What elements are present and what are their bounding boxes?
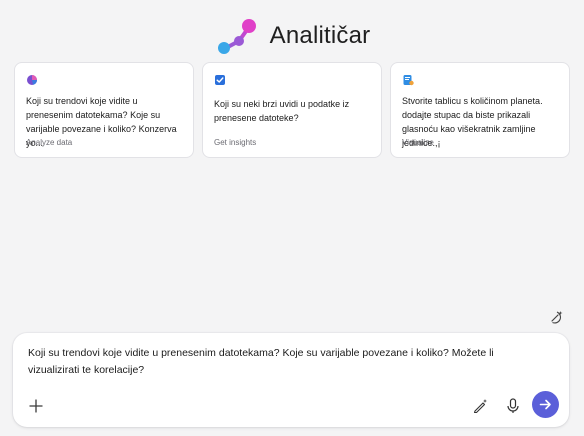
suggestion-card-visualize[interactable]: Stvorite tablicu s količinom planeta. do…: [390, 62, 570, 158]
analyze-chart-icon: [27, 75, 37, 85]
send-button[interactable]: [532, 391, 559, 418]
insights-checkbox-icon: [215, 75, 225, 85]
app-title: Analitičar: [269, 22, 371, 49]
chat-input[interactable]: Koji su trendovi koje vidite u preneseni…: [28, 345, 529, 379]
pen-sparkle-icon: [473, 399, 487, 414]
card-caption: Visualize: [402, 138, 434, 147]
visualize-document-icon: [403, 75, 414, 86]
suggestion-card-analyze-data[interactable]: Koji su trendovi koje vidite u preneseni…: [14, 62, 194, 158]
new-chat-sparkle-icon: [551, 311, 563, 324]
new-chat-button[interactable]: [548, 308, 566, 326]
add-attachment-button[interactable]: [25, 395, 47, 417]
card-caption: Get insights: [214, 138, 257, 147]
chat-composer: Koji su trendovi koje vidite u preneseni…: [13, 333, 569, 427]
plus-icon: [29, 399, 43, 413]
suggestion-cards: Koji su trendovi koje vidite u preneseni…: [14, 62, 570, 158]
microphone-button[interactable]: [503, 396, 523, 416]
card-prompt: Koji su neki brzi uvidi u podatke iz pre…: [214, 99, 350, 123]
prompt-guide-button[interactable]: [470, 396, 490, 416]
app-header: Analitičar: [0, 14, 584, 58]
microphone-icon: [507, 398, 519, 413]
analyst-molecule-icon: [217, 19, 256, 54]
card-caption: Analyze data: [26, 138, 73, 147]
arrow-right-icon: [539, 399, 551, 410]
suggestion-card-get-insights[interactable]: Koji su neki brzi uvidi u podatke iz pre…: [202, 62, 382, 158]
